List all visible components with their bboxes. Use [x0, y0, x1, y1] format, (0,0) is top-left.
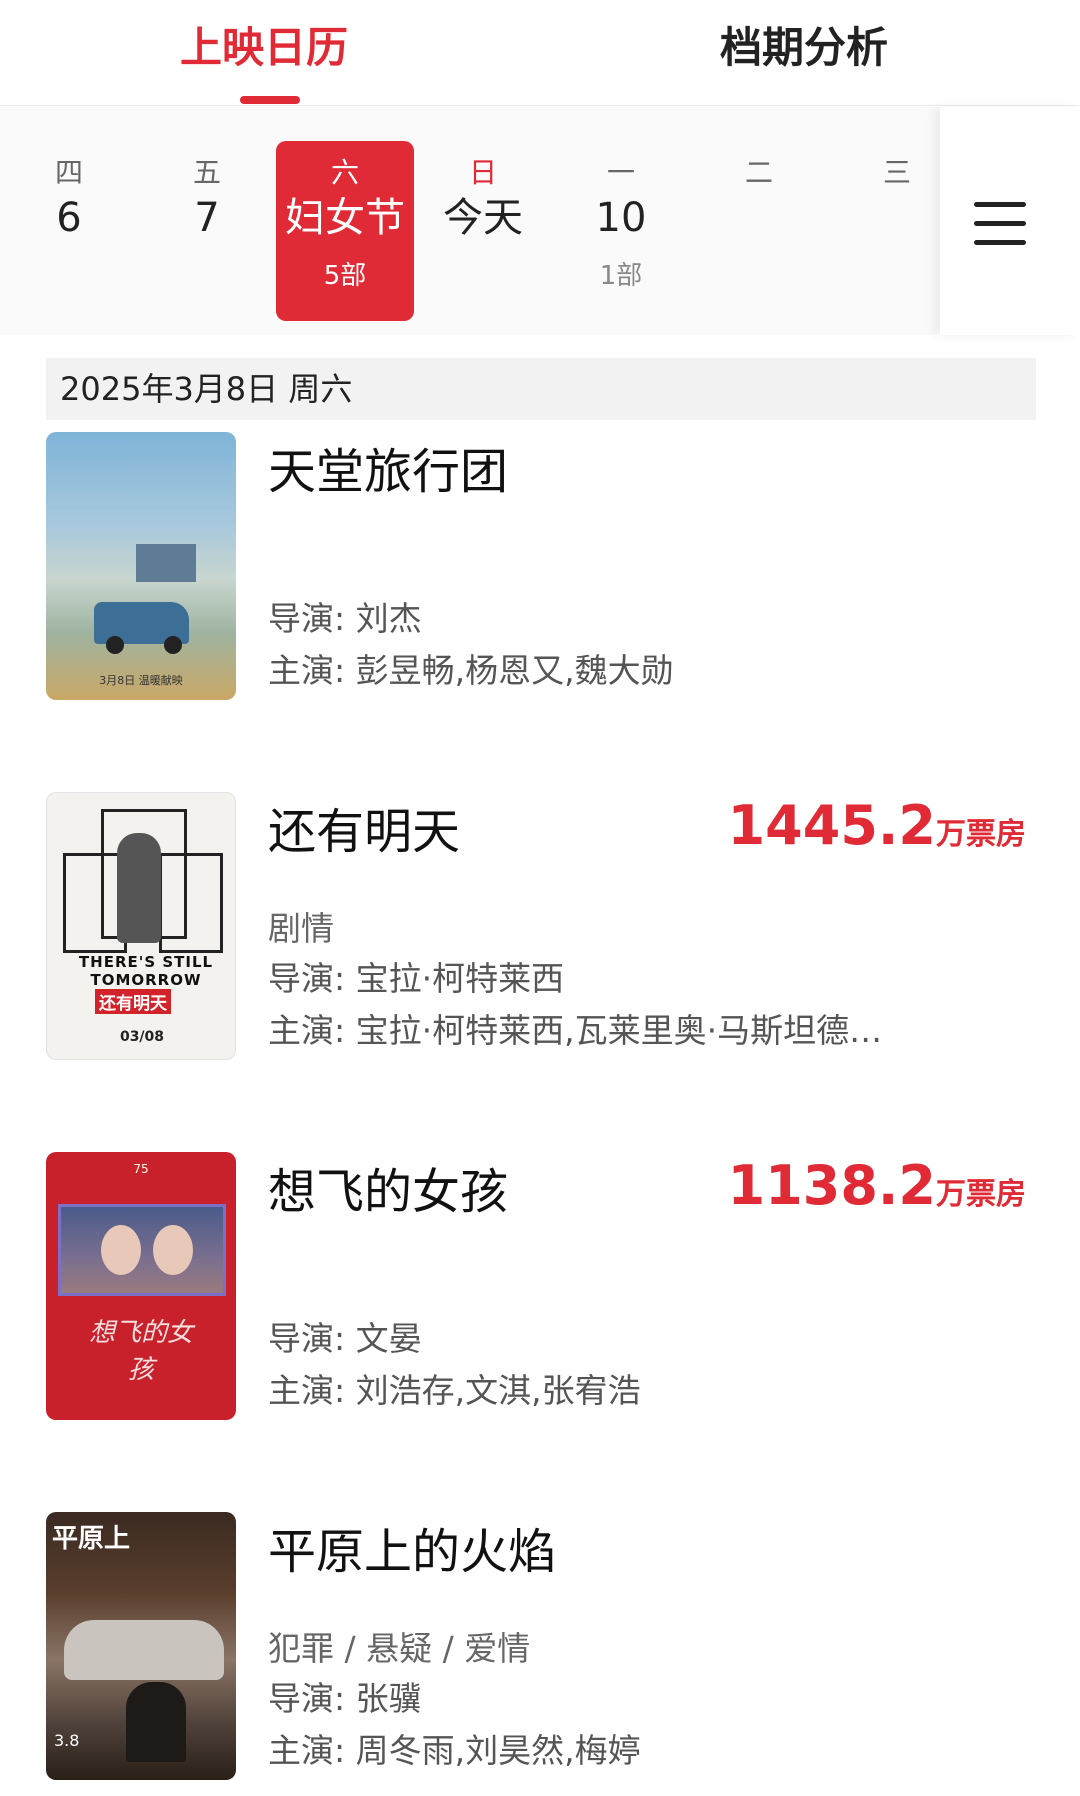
top-tab-bar: 上映日历 档期分析	[0, 0, 1080, 106]
hamburger-menu-icon	[974, 202, 1026, 246]
movie-title[interactable]: 想飞的女孩	[268, 1152, 508, 1222]
date-item-sat-selected[interactable]: 六 妇女节 5部	[276, 141, 414, 321]
movie-genre: 犯罪 / 悬疑 / 爱情	[268, 1629, 531, 1668]
weekday-label: 五	[192, 156, 221, 189]
box-office-unit: 万票房	[936, 817, 1026, 852]
movie-poster[interactable]: 3月8日 温暖献映	[46, 432, 236, 700]
box-office-value: 1138.2	[727, 1154, 936, 1217]
movie-item[interactable]: 平原上 3.8 平原上的火焰 犯罪 / 悬疑 / 爱情 导演: 张骥 主演: 周…	[0, 1512, 1080, 1796]
active-tab-indicator	[240, 96, 300, 104]
poster-face-shape	[153, 1225, 193, 1275]
calendar-menu-button[interactable]	[940, 107, 1080, 335]
poster-festival-badge: 75	[133, 1162, 149, 1176]
movie-cast: 主演: 宝拉·柯特莱西,瓦莱里奥·马斯坦德…	[268, 1011, 883, 1050]
poster-figure-shape	[126, 1682, 186, 1762]
weekday-label: 四	[54, 156, 83, 189]
date-item-tue[interactable]: 二	[690, 141, 828, 321]
movie-poster[interactable]: THERE'S STILL TOMORROW 还有明天 03/08	[46, 792, 236, 1060]
poster-figure-shape	[117, 833, 161, 943]
poster-face-shape	[101, 1225, 141, 1275]
date-item-sun-today[interactable]: 日 今天	[414, 141, 552, 321]
movie-count	[414, 253, 552, 299]
box-office: 1445.2万票房	[728, 794, 1026, 857]
poster-date: 3.8	[54, 1731, 80, 1750]
day-label	[690, 183, 828, 253]
date-item-mon[interactable]: 一 10 1部	[552, 141, 690, 321]
poster-title-text: 平原上	[52, 1524, 131, 1554]
box-office-unit: 万票房	[936, 1177, 1026, 1212]
movie-count: 1部	[599, 261, 643, 291]
tab-schedule-analysis[interactable]: 档期分析	[720, 14, 888, 75]
weekday-label: 六	[330, 156, 359, 189]
poster-wheel-shape	[106, 636, 124, 654]
movie-title[interactable]: 还有明天	[268, 792, 460, 862]
movie-cast: 主演: 周冬雨,刘昊然,梅婷	[268, 1731, 641, 1770]
date-item-fri[interactable]: 五 7	[138, 141, 276, 321]
poster-wheel-shape	[164, 636, 182, 654]
movie-title[interactable]: 天堂旅行团	[268, 432, 508, 502]
movie-count: 5部	[323, 261, 367, 291]
movie-count	[0, 253, 138, 299]
day-label: 7	[194, 195, 220, 241]
movie-cast: 主演: 彭昱畅,杨恩又,魏大勋	[268, 651, 674, 690]
box-office: 1138.2万票房	[728, 1154, 1026, 1217]
movie-cast: 主演: 刘浩存,文淇,张宥浩	[268, 1371, 641, 1410]
movie-count	[138, 253, 276, 299]
movie-director: 导演: 刘杰	[268, 599, 422, 638]
movie-director: 导演: 文晏	[268, 1319, 422, 1358]
movie-title[interactable]: 平原上的火焰	[268, 1512, 556, 1582]
weekday-label: 二	[744, 156, 773, 189]
day-label: 10	[595, 195, 647, 241]
weekday-label: 日	[468, 156, 497, 189]
movie-director: 导演: 张骥	[268, 1679, 422, 1718]
poster-chinese-title: 还有明天	[95, 989, 171, 1014]
day-label: 6	[56, 195, 82, 241]
box-office-value: 1445.2	[727, 794, 936, 857]
movie-poster[interactable]: 平原上 3.8	[46, 1512, 236, 1780]
movie-poster[interactable]: 75 想飞的女孩	[46, 1152, 236, 1420]
selected-date-header: 2025年3月8日 周六	[46, 358, 1036, 420]
movie-count	[690, 253, 828, 299]
date-item-thu[interactable]: 四 6	[0, 141, 138, 321]
poster-house-shape	[136, 544, 196, 582]
movie-item[interactable]: 75 想飞的女孩 想飞的女孩 1138.2万票房 导演: 文晏 主演: 刘浩存,…	[0, 1152, 1080, 1452]
poster-calligraphy-title: 想飞的女孩	[88, 1318, 193, 1385]
date-strip: 四 6 五 7 六 妇女节 5部 日 今天 一 10 1部 二 三	[0, 107, 1080, 335]
day-label: 今天	[443, 195, 523, 241]
movie-item[interactable]: 3月8日 温暖献映 天堂旅行团 导演: 刘杰 主演: 彭昱畅,杨恩又,魏大勋	[0, 432, 1080, 732]
poster-release-text: 3月8日 温暖献映	[99, 674, 183, 687]
day-label: 妇女节	[285, 195, 405, 241]
movie-director: 导演: 宝拉·柯特莱西	[268, 959, 565, 998]
movie-genre: 剧情	[268, 909, 334, 948]
movie-item[interactable]: THERE'S STILL TOMORROW 还有明天 03/08 还有明天 1…	[0, 792, 1080, 1092]
tab-release-calendar[interactable]: 上映日历	[180, 14, 348, 75]
poster-date: 03/08	[119, 1029, 165, 1045]
poster-frame-shape	[159, 853, 223, 953]
poster-photo	[58, 1204, 226, 1296]
poster-car-shape	[64, 1620, 224, 1680]
weekday-label: 一	[606, 156, 635, 189]
poster-english-title: THERE'S STILL TOMORROW	[78, 953, 214, 989]
